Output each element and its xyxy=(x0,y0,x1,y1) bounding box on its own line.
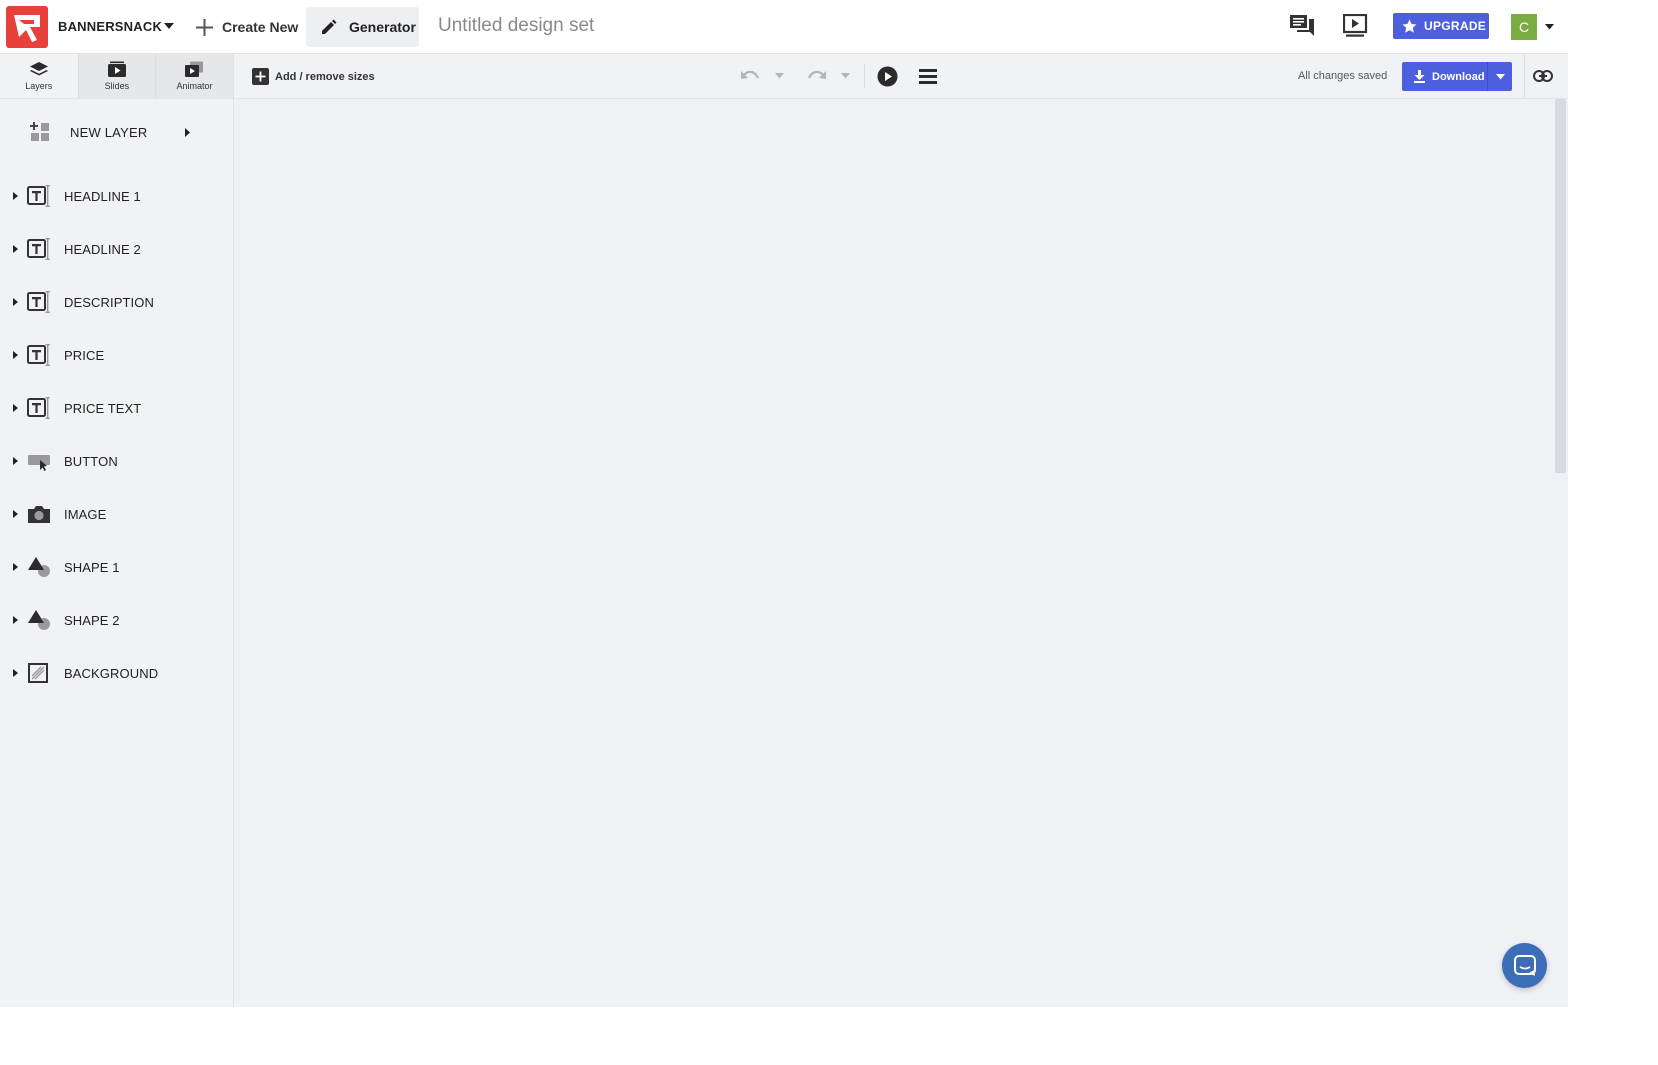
layer-item[interactable]: SHAPE 2 xyxy=(0,600,233,640)
add-layer-icon xyxy=(30,122,49,141)
new-layer-button[interactable]: NEW LAYER xyxy=(30,122,190,142)
chat-icon xyxy=(1513,954,1536,976)
add-remove-sizes-label: Add / remove sizes xyxy=(275,70,375,83)
chevron-down-icon xyxy=(1495,73,1505,79)
brand-name[interactable]: BANNERSNACK xyxy=(58,19,162,34)
expand-arrow-icon[interactable] xyxy=(13,298,18,306)
background-icon xyxy=(28,663,48,683)
editor-toolbar: Add / remove sizes All changes saved Dow… xyxy=(234,54,1568,99)
layer-item[interactable]: SHAPE 1 xyxy=(0,547,233,587)
shape-icon xyxy=(28,557,50,577)
redo-dropdown-icon[interactable] xyxy=(841,73,850,79)
layer-label: PRICE xyxy=(64,348,105,363)
pencil-icon xyxy=(322,19,337,34)
layer-item[interactable]: DESCRIPTION xyxy=(0,282,233,322)
tab-layers[interactable]: Layers xyxy=(0,54,78,98)
layer-label: SHAPE 1 xyxy=(64,560,120,575)
download-main-button[interactable]: Download xyxy=(1402,62,1488,91)
new-layer-label: NEW LAYER xyxy=(70,124,148,140)
text-layer-icon xyxy=(27,291,50,313)
download-label: Download xyxy=(1432,70,1485,83)
canvas-scrollbar[interactable] xyxy=(1555,99,1566,473)
layer-label: HEADLINE 1 xyxy=(64,189,141,204)
redo-icon[interactable] xyxy=(807,69,827,83)
layer-label: SHAPE 2 xyxy=(64,613,120,628)
user-avatar[interactable]: C xyxy=(1511,14,1537,40)
download-button[interactable]: Download xyxy=(1402,62,1512,91)
save-status: All changes saved xyxy=(1298,70,1388,82)
account-dropdown-icon[interactable] xyxy=(1545,24,1554,30)
expand-arrow-icon[interactable] xyxy=(13,616,18,624)
text-layer-icon xyxy=(27,344,50,366)
expand-arrow-icon[interactable] xyxy=(13,510,18,518)
download-dropdown-button[interactable] xyxy=(1488,62,1512,91)
undo-dropdown-icon[interactable] xyxy=(775,73,784,79)
toolbar-divider xyxy=(1524,54,1525,98)
layers-icon xyxy=(29,62,48,76)
download-icon xyxy=(1414,70,1425,83)
design-canvas[interactable] xyxy=(234,99,1568,1007)
camera-icon xyxy=(28,506,50,523)
layer-label: BACKGROUND xyxy=(64,666,159,681)
upgrade-button[interactable]: UPGRADE xyxy=(1393,13,1489,39)
menu-icon[interactable] xyxy=(919,68,937,85)
expand-arrow-icon[interactable] xyxy=(13,669,18,677)
text-layer-icon xyxy=(27,397,50,419)
add-remove-sizes-button[interactable]: Add / remove sizes xyxy=(252,68,375,85)
star-icon xyxy=(1402,19,1417,33)
text-layer-icon xyxy=(27,238,50,260)
toolbar-divider xyxy=(864,64,865,88)
design-set-title[interactable]: Untitled design set xyxy=(438,15,594,37)
create-new-label: Create New xyxy=(222,19,299,35)
comments-icon[interactable] xyxy=(1289,14,1315,38)
layer-item[interactable]: PRICE TEXT xyxy=(0,388,233,428)
create-new-button[interactable]: Create New xyxy=(196,16,298,38)
expand-arrow-icon[interactable] xyxy=(13,457,18,465)
tab-slides-label: Slides xyxy=(104,81,130,91)
generator-label: Generator xyxy=(349,19,416,35)
layer-item[interactable]: IMAGE xyxy=(0,494,233,534)
top-bar: BANNERSNACK Create New Generator Untitle… xyxy=(0,0,1568,54)
layer-label: DESCRIPTION xyxy=(64,295,154,310)
logo-icon xyxy=(14,15,40,42)
layer-label: BUTTON xyxy=(64,454,118,469)
plus-icon xyxy=(196,18,213,36)
slides-icon xyxy=(107,61,126,77)
link-icon[interactable] xyxy=(1533,68,1553,84)
support-chat-button[interactable] xyxy=(1502,943,1547,988)
bannersnack-logo[interactable] xyxy=(6,6,48,48)
chevron-right-icon xyxy=(185,128,190,137)
brand-dropdown-icon[interactable] xyxy=(164,22,174,30)
preview-icon[interactable] xyxy=(1343,14,1369,38)
layer-label: PRICE TEXT xyxy=(64,401,142,416)
expand-arrow-icon[interactable] xyxy=(13,563,18,571)
play-icon[interactable] xyxy=(877,66,898,87)
add-square-icon xyxy=(252,68,269,85)
layer-item[interactable]: BACKGROUND xyxy=(0,653,233,693)
text-layer-icon xyxy=(27,185,50,207)
generator-button[interactable]: Generator xyxy=(306,7,419,47)
animator-icon xyxy=(185,61,204,77)
expand-arrow-icon[interactable] xyxy=(13,192,18,200)
layer-item[interactable]: HEADLINE 1 xyxy=(0,176,233,216)
upgrade-label: UPGRADE xyxy=(1424,19,1487,33)
layer-label: IMAGE xyxy=(64,507,107,522)
sidebar-tabs: Layers Slides Animator xyxy=(0,54,233,99)
expand-arrow-icon[interactable] xyxy=(13,404,18,412)
layer-item[interactable]: PRICE xyxy=(0,335,233,375)
undo-icon[interactable] xyxy=(740,69,760,83)
tab-layers-label: Layers xyxy=(25,81,53,91)
layer-item[interactable]: HEADLINE 2 xyxy=(0,229,233,269)
layers-sidebar: Layers Slides Animator NEW LAYER HEADLIN… xyxy=(0,54,234,1007)
shape-icon xyxy=(28,610,50,630)
tab-slides[interactable]: Slides xyxy=(77,54,156,98)
tab-animator[interactable]: Animator xyxy=(155,54,233,98)
layer-label: HEADLINE 2 xyxy=(64,242,141,257)
layer-item[interactable]: BUTTON xyxy=(0,441,233,481)
expand-arrow-icon[interactable] xyxy=(13,351,18,359)
tab-animator-label: Animator xyxy=(176,81,213,91)
button-layer-icon xyxy=(28,455,50,471)
expand-arrow-icon[interactable] xyxy=(13,245,18,253)
